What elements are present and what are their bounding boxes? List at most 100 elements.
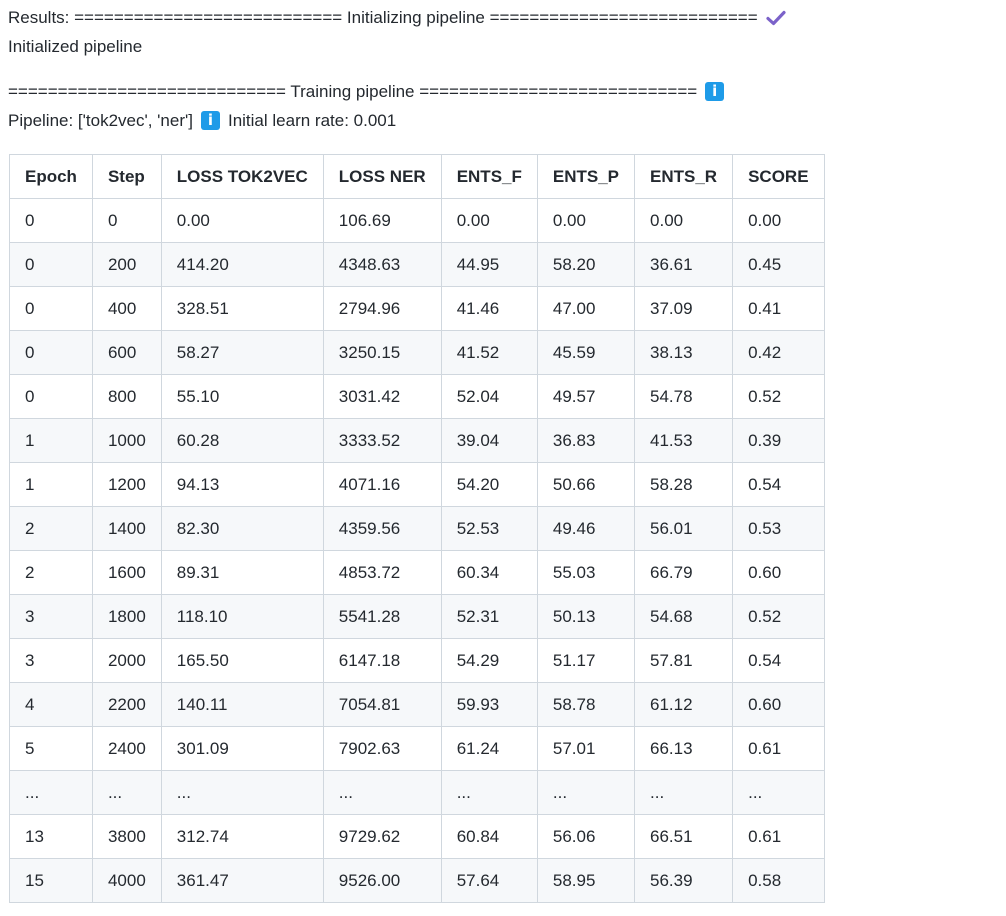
column-header: Step — [91, 154, 162, 199]
table-cell: 52.53 — [440, 506, 538, 551]
table-cell: 0.61 — [732, 814, 825, 859]
table-cell: 0.61 — [732, 726, 825, 771]
results-line: Results: =========================== Ini… — [8, 3, 998, 32]
table-row: 1 1000 60.28 3333.52 39.04 36.83 41.53 0.39 — [9, 418, 825, 463]
table-cell: 800 — [91, 374, 162, 419]
table-cell: 39.04 — [440, 418, 538, 463]
table-cell: 4071.16 — [322, 462, 442, 507]
table-cell: 5541.28 — [322, 594, 442, 639]
table-cell: 3 — [9, 594, 93, 639]
table-body: 0 0 0.00 106.69 0.00 0.00 0.00 0.00 0 200 414.20 43… — [9, 198, 825, 903]
table-cell: 45.59 — [536, 330, 636, 375]
check-icon — [766, 10, 786, 26]
pipeline-line: Pipeline: ['tok2vec', 'ner'] i Initial l… — [8, 106, 998, 135]
table-cell: 1600 — [91, 550, 162, 595]
table-cell: 54.68 — [634, 594, 734, 639]
info-icon: i — [705, 82, 725, 101]
table-cell: 55.03 — [536, 550, 636, 595]
table-row: 3 2000 165.50 6147.18 54.29 51.17 57.81 0.54 — [9, 638, 825, 683]
info-icon: i — [200, 111, 220, 130]
table-cell: 7054.81 — [322, 682, 442, 727]
table-cell: 0 — [9, 330, 93, 375]
table-cell: 0.52 — [732, 594, 825, 639]
table-cell: 58.95 — [536, 858, 636, 903]
initialized-line: Initialized pipeline — [8, 37, 143, 56]
table-cell: 82.30 — [160, 506, 324, 551]
table-cell: 0 — [9, 374, 93, 419]
table-cell: ... — [536, 770, 636, 815]
table-row: 1 1200 94.13 4071.16 54.20 50.66 58.28 0.54 — [9, 462, 825, 507]
column-header: ENTS_R — [634, 154, 734, 199]
table-cell: 4 — [9, 682, 93, 727]
table-cell: 57.81 — [634, 638, 734, 683]
table-cell: 1200 — [91, 462, 162, 507]
table-cell: 600 — [91, 330, 162, 375]
table-cell: 0.00 — [634, 198, 734, 243]
table-cell: 1 — [9, 418, 93, 463]
table-cell: 49.46 — [536, 506, 636, 551]
table-cell: 2200 — [91, 682, 162, 727]
table-cell: 38.13 — [634, 330, 734, 375]
table-cell: 36.61 — [634, 242, 734, 287]
table-cell: 44.95 — [440, 242, 538, 287]
table-cell: ... — [160, 770, 324, 815]
table-cell: 56.01 — [634, 506, 734, 551]
table-cell: 41.52 — [440, 330, 538, 375]
table-cell: 56.06 — [536, 814, 636, 859]
table-cell: 52.31 — [440, 594, 538, 639]
table-cell: 0 — [9, 286, 93, 331]
training-log-output: Results: =========================== Ini… — [0, 0, 1006, 903]
table-cell: 58.27 — [160, 330, 324, 375]
table-row: 13 3800 312.74 9729.62 60.84 56.06 66.51 0.61 — [9, 814, 825, 859]
table-row: 5 2400 301.09 7902.63 61.24 57.01 66.13 0.61 — [9, 726, 825, 771]
table-cell: 1000 — [91, 418, 162, 463]
table-row: 3 1800 118.10 5541.28 52.31 50.13 54.68 0.52 — [9, 594, 825, 639]
table-cell: 0 — [9, 198, 93, 243]
table-row: ........................ — [9, 770, 825, 815]
table-cell: 301.09 — [160, 726, 324, 771]
table-cell: 51.17 — [536, 638, 636, 683]
training-header-line: ============================ Training pi… — [8, 77, 998, 106]
table-cell: 56.39 — [634, 858, 734, 903]
table-cell: 118.10 — [160, 594, 324, 639]
table-cell: 2794.96 — [322, 286, 442, 331]
table-cell: 312.74 — [160, 814, 324, 859]
column-header: LOSS NER — [322, 154, 442, 199]
column-header: ENTS_F — [440, 154, 538, 199]
table-cell: 400 — [91, 286, 162, 331]
table-cell: 3 — [9, 638, 93, 683]
pipeline-text: Pipeline: ['tok2vec', 'ner'] — [8, 111, 193, 130]
table-cell: 41.46 — [440, 286, 538, 331]
table-cell: 36.83 — [536, 418, 636, 463]
table-cell: 0.00 — [440, 198, 538, 243]
table-cell: 106.69 — [322, 198, 442, 243]
table-cell: 3031.42 — [322, 374, 442, 419]
table-cell: 7902.63 — [322, 726, 442, 771]
table-cell: 66.51 — [634, 814, 734, 859]
table-cell: 6147.18 — [322, 638, 442, 683]
table-cell: 0 — [9, 242, 93, 287]
table-cell: 4853.72 — [322, 550, 442, 595]
table-cell: 0.41 — [732, 286, 825, 331]
table-row: 0 0 0.00 106.69 0.00 0.00 0.00 0.00 — [9, 198, 825, 243]
table-cell: 60.28 — [160, 418, 324, 463]
table-row: 0 800 55.10 3031.42 52.04 49.57 54.78 0.52 — [9, 374, 825, 419]
table-cell: 1800 — [91, 594, 162, 639]
column-header: ENTS_P — [536, 154, 636, 199]
table-cell: 54.20 — [440, 462, 538, 507]
table-cell: 2000 — [91, 638, 162, 683]
table-cell: 58.20 — [536, 242, 636, 287]
table-row: 2 1400 82.30 4359.56 52.53 49.46 56.01 0.53 — [9, 506, 825, 551]
table-cell: 61.24 — [440, 726, 538, 771]
table-cell: 55.10 — [160, 374, 324, 419]
table-cell: 57.64 — [440, 858, 538, 903]
table-cell: 49.57 — [536, 374, 636, 419]
table-cell: 0.00 — [536, 198, 636, 243]
table-cell: 61.12 — [634, 682, 734, 727]
table-cell: 15 — [9, 858, 93, 903]
table-cell: 2400 — [91, 726, 162, 771]
table-cell: 0 — [91, 198, 162, 243]
table-cell: ... — [9, 770, 93, 815]
table-row: 4 2200 140.11 7054.81 59.93 58.78 61.12 0.60 — [9, 682, 825, 727]
table-cell: 94.13 — [160, 462, 324, 507]
